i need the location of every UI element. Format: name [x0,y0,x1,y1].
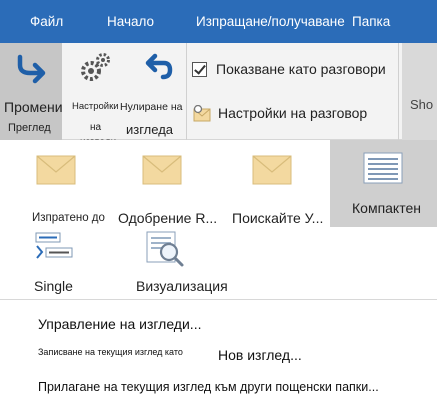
layout-group-label: Sho [410,97,434,112]
undo-arrow-icon [145,53,173,80]
gallery-item-request[interactable]: Поискайте У... [230,150,330,230]
ribbon-panel: Промени Преглед Настройки на изгледи Нул… [0,43,437,148]
tab-send-receive[interactable]: Изпращане/получаване [196,14,345,29]
preview-icon [146,231,184,267]
manage-views-menu-item[interactable]: Управление на изгледи... [38,316,201,332]
compact-list-icon [363,152,403,184]
gallery-item-label: Поискайте У... [232,210,324,226]
view-gallery: Изпратено до Одобрение R... Поискайте У.… [0,140,437,300]
envelope-settings-icon [193,105,211,122]
tab-folder[interactable]: Папка [352,14,390,29]
reset-view-label-2: изгледа [126,122,174,137]
single-list-icon [35,232,73,259]
change-view-label-1: Промени [4,99,63,115]
new-view-menu-item[interactable]: Нов изглед... [218,347,302,363]
envelope-icon [142,155,182,185]
change-view-button[interactable]: Промени Преглед [0,43,63,140]
envelope-icon [36,155,76,185]
gallery-item-label: Визуализация [136,278,228,294]
gallery-item-label: Одобрение R... [118,210,218,226]
gallery-item-sent-to[interactable]: Изпратено до [26,150,126,230]
gears-icon [81,53,110,81]
gallery-item-preview[interactable]: Визуализация [134,228,254,298]
gallery-item-label: Single [34,278,73,294]
show-as-conversations-checkbox[interactable] [192,62,207,77]
apply-view-menu-item[interactable]: Прилагане на текущия изглед към други по… [38,380,379,394]
gallery-item-approval[interactable]: Одобрение R... [118,150,218,230]
gallery-item-label: Изпратено до [32,212,105,224]
reset-view-button[interactable]: Нулиране на изгледа [120,43,188,140]
redo-arrow-icon [17,54,46,84]
ribbon-separator-2 [398,43,399,140]
change-view-label-2: Преглед [8,122,51,134]
view-settings-label-2: на [90,122,102,133]
gallery-item-compact[interactable]: Компактен [330,140,437,227]
gallery-item-label: Компактен [352,200,421,216]
view-settings-button[interactable]: Настройки на изгледи [64,43,128,148]
show-as-conversations-label: Показване като разговори [216,61,386,77]
envelope-icon [252,155,292,185]
reset-view-label-1: Нулиране на [120,101,183,113]
conversation-settings-button[interactable]: Настройки на разговор [192,101,392,125]
ribbon-separator [186,43,187,140]
gallery-item-single[interactable]: Single [26,228,106,298]
view-settings-label-1: Настройки [72,101,119,112]
ribbon-tab-bar: Файл Начало Изпращане/получаване Папка [0,0,437,43]
tab-home[interactable]: Начало [107,14,154,29]
layout-group-truncated[interactable]: Sho [402,43,437,140]
tab-file[interactable]: Файл [30,14,63,29]
save-current-view-label: Записване на текущия изглед като [38,347,183,357]
conversation-settings-label: Настройки на разговор [218,105,368,121]
